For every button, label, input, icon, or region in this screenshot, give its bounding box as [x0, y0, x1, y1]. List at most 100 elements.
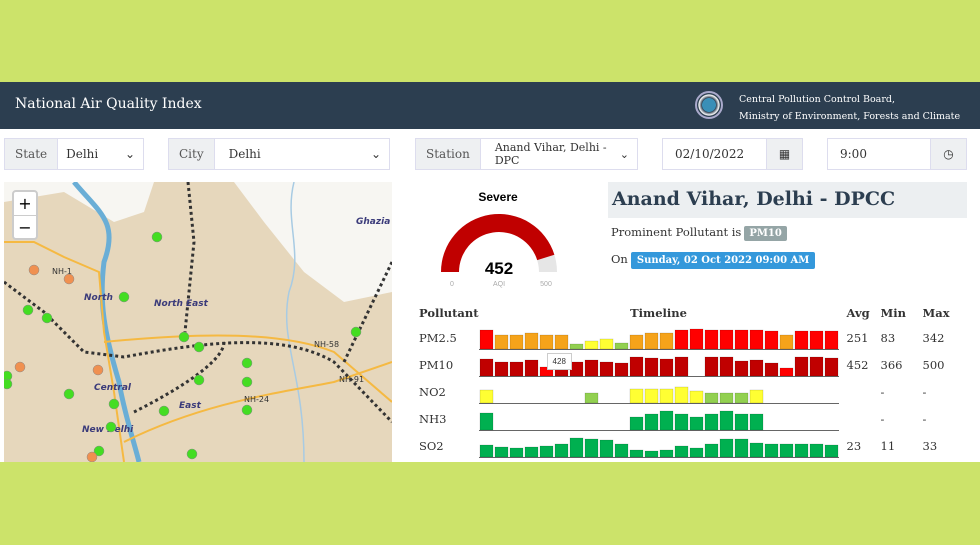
timeline-bar[interactable] — [629, 416, 643, 430]
timeline-bar[interactable] — [494, 446, 508, 457]
timeline-bar[interactable] — [584, 340, 598, 349]
station-marker[interactable] — [22, 304, 34, 316]
timeline-bar[interactable] — [659, 358, 673, 376]
timeline-bar[interactable] — [674, 329, 688, 349]
timeline-bar[interactable] — [584, 438, 598, 457]
timeline-bar[interactable] — [479, 412, 493, 430]
station-marker[interactable] — [158, 405, 170, 417]
timeline-bar[interactable] — [479, 358, 493, 376]
date-value[interactable]: 02/10/2022 — [675, 147, 744, 161]
station-marker[interactable] — [241, 357, 253, 369]
timeline-bar[interactable] — [719, 438, 733, 457]
station-marker[interactable] — [4, 378, 13, 390]
timeline-bar[interactable] — [809, 356, 823, 376]
timeline-bar[interactable] — [674, 356, 688, 376]
timeline-bar[interactable] — [614, 443, 628, 457]
timeline[interactable] — [478, 324, 839, 351]
timeline-bar[interactable] — [494, 334, 508, 349]
station-marker[interactable] — [350, 326, 362, 338]
timeline-bar[interactable] — [524, 446, 538, 457]
timeline-bar[interactable] — [824, 357, 838, 376]
calendar-icon[interactable]: ▦ — [766, 139, 802, 169]
timeline-bar[interactable] — [674, 445, 688, 457]
timeline-bar[interactable] — [494, 361, 508, 376]
station-select[interactable]: Station Anand Vihar, Delhi - DPC ⌄ — [415, 138, 638, 170]
timeline-bar[interactable] — [764, 443, 778, 457]
timeline-bar[interactable] — [554, 443, 568, 457]
station-map[interactable]: Ghazia North North East Central East New… — [4, 182, 392, 462]
timeline-bar[interactable] — [824, 444, 838, 457]
timeline-bar[interactable] — [704, 356, 718, 376]
station-marker[interactable] — [63, 273, 75, 285]
timeline-bar[interactable] — [479, 389, 493, 403]
timeline-bar[interactable] — [794, 356, 808, 376]
timeline-bar[interactable] — [629, 449, 643, 457]
timeline-bar[interactable] — [749, 359, 763, 376]
timeline-bar[interactable] — [509, 361, 523, 376]
timeline[interactable]: 428 — [478, 351, 839, 378]
timeline-bar[interactable] — [644, 450, 658, 457]
timeline-bar[interactable] — [509, 334, 523, 349]
timeline-bar[interactable] — [689, 447, 703, 457]
timeline-bar[interactable] — [794, 330, 808, 349]
timeline-bar[interactable] — [704, 443, 718, 457]
timeline-bar[interactable] — [794, 443, 808, 457]
station-marker[interactable] — [118, 291, 130, 303]
date-picker[interactable]: 02/10/2022 ▦ — [662, 138, 803, 170]
timeline-bar[interactable] — [674, 386, 688, 403]
timeline-bar[interactable] — [734, 438, 748, 457]
timeline-bar[interactable] — [779, 367, 793, 376]
timeline-bar[interactable] — [644, 332, 658, 349]
timeline-bar[interactable] — [689, 328, 703, 349]
timeline-bar[interactable] — [524, 359, 538, 376]
city-select[interactable]: City Delhi ⌄ — [168, 138, 390, 170]
timeline-bar[interactable] — [764, 330, 778, 349]
timeline-bar[interactable] — [749, 413, 763, 430]
timeline-bar[interactable] — [779, 334, 793, 349]
zoom-in-button[interactable]: + — [14, 192, 36, 215]
timeline-bar[interactable] — [644, 388, 658, 403]
timeline-bar[interactable] — [719, 392, 733, 403]
timeline-bar[interactable] — [479, 329, 493, 349]
timeline-bar[interactable] — [584, 359, 598, 376]
timeline-bar[interactable] — [524, 332, 538, 349]
timeline-bar[interactable] — [584, 392, 598, 403]
timeline-bar[interactable] — [719, 410, 733, 430]
time-value[interactable]: 9:00 — [840, 147, 867, 161]
timeline-bar[interactable] — [599, 439, 613, 457]
timeline-bar[interactable] — [749, 442, 763, 457]
station-marker[interactable] — [241, 404, 253, 416]
timeline[interactable] — [478, 405, 839, 432]
timeline-bar[interactable] — [749, 329, 763, 349]
station-marker[interactable] — [186, 448, 198, 460]
station-marker[interactable] — [151, 231, 163, 243]
timeline-bar[interactable] — [659, 332, 673, 349]
timeline-bar[interactable] — [719, 356, 733, 376]
timeline-bar[interactable] — [734, 413, 748, 430]
timeline-bar[interactable] — [734, 392, 748, 403]
timeline-bar[interactable] — [599, 361, 613, 376]
station-marker[interactable] — [63, 388, 75, 400]
timeline-bar[interactable] — [809, 443, 823, 457]
timeline-bar[interactable] — [734, 360, 748, 376]
timeline-bar[interactable] — [569, 343, 583, 349]
timeline-bar[interactable] — [599, 338, 613, 349]
timeline-bar[interactable] — [554, 334, 568, 349]
station-marker[interactable] — [86, 451, 98, 462]
timeline-bar[interactable] — [659, 449, 673, 457]
timeline-bar[interactable] — [539, 334, 553, 349]
timeline-bar[interactable] — [614, 362, 628, 376]
timeline-bar[interactable] — [659, 388, 673, 403]
timeline-bar[interactable] — [779, 443, 793, 457]
station-marker[interactable] — [241, 376, 253, 388]
timeline-bar[interactable] — [614, 342, 628, 349]
station-marker[interactable] — [105, 421, 117, 433]
zoom-out-button[interactable]: − — [14, 215, 36, 238]
timeline-bar[interactable] — [644, 413, 658, 430]
timeline-bar[interactable] — [704, 329, 718, 349]
timeline-bar[interactable] — [659, 410, 673, 430]
timeline-bar[interactable] — [674, 413, 688, 430]
station-marker[interactable] — [193, 374, 205, 386]
timeline-bar[interactable] — [764, 362, 778, 376]
timeline-bar[interactable] — [629, 334, 643, 349]
